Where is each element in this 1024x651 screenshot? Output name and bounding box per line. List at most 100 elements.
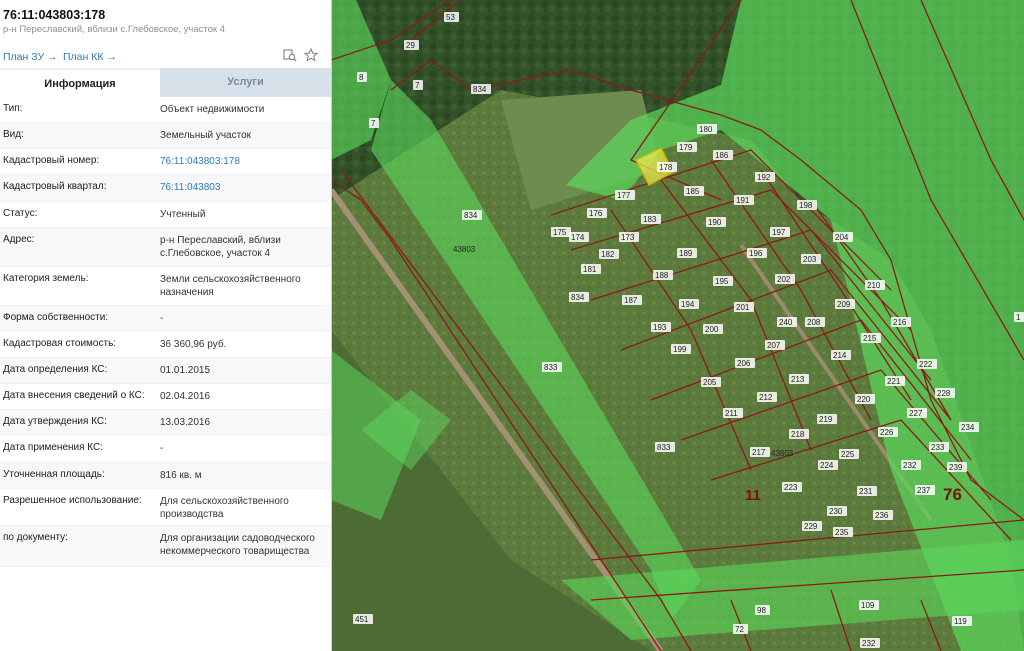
parcel-number-label[interactable]: 205 — [703, 378, 717, 387]
parcel-number-label[interactable]: 215 — [863, 334, 877, 343]
parcel-number-label[interactable]: 834 — [464, 211, 478, 220]
parcel-number-label[interactable]: 193 — [653, 323, 667, 332]
parcel-number-label[interactable]: 223 — [784, 483, 798, 492]
info-panel: 76:11:043803:178 р-н Переславский, вблиз… — [0, 0, 332, 651]
parcel-number-label[interactable]: 239 — [949, 463, 963, 472]
parcel-number-label[interactable]: 216 — [893, 318, 907, 327]
info-row-label: Кадастровый номер: — [3, 155, 100, 166]
parcel-number-label[interactable]: 210 — [867, 281, 881, 290]
info-row-value: Учтенный — [160, 209, 206, 220]
parcel-number-label[interactable]: 197 — [772, 228, 786, 237]
parcel-number-label[interactable]: 204 — [835, 233, 849, 242]
parcel-number-label[interactable]: 451 — [355, 615, 369, 624]
parcel-number-label[interactable]: 1 — [1016, 313, 1021, 322]
parcel-number-label[interactable]: 179 — [679, 143, 693, 152]
plan-kk-link[interactable]: План КК → — [63, 51, 117, 63]
parcel-number-label[interactable]: 119 — [954, 617, 967, 626]
parcel-number-label[interactable]: 174 — [571, 233, 585, 242]
parcel-number-label[interactable]: 176 — [589, 209, 603, 218]
parcel-number-label[interactable]: 178 — [659, 163, 673, 172]
parcel-number-label[interactable]: 195 — [715, 277, 729, 286]
star-icon[interactable] — [303, 47, 319, 64]
map-canvas[interactable]: 53 29 8 7 7 834 834 834 833 833 451 180 179 186 178 192… — [331, 0, 1024, 651]
parcel-number-label[interactable]: 211 — [725, 409, 738, 418]
parcel-number-label[interactable]: 227 — [909, 409, 923, 418]
info-row-label: Форма собственности: — [3, 312, 109, 323]
parcel-number-label[interactable]: 228 — [937, 389, 951, 398]
parcel-number-label[interactable]: 185 — [686, 187, 700, 196]
parcel-number-label[interactable]: 186 — [715, 151, 729, 160]
parcel-number-label[interactable]: 235 — [835, 528, 849, 537]
parcel-number-label[interactable]: 177 — [617, 191, 631, 200]
parcel-number-label[interactable]: 833 — [657, 443, 671, 452]
parcel-number-label[interactable]: 202 — [777, 275, 791, 284]
parcel-number-label[interactable]: 29 — [406, 41, 415, 50]
plan-zu-link[interactable]: План ЗУ → — [3, 51, 58, 63]
parcel-number-label[interactable]: 72 — [735, 625, 744, 634]
parcel-number-label[interactable]: 230 — [829, 507, 843, 516]
parcel-number-label[interactable]: 8 — [359, 73, 364, 82]
parcel-number-label[interactable]: 237 — [917, 486, 931, 495]
parcel-number-label[interactable]: 98 — [757, 606, 766, 615]
parcel-number-label[interactable]: 231 — [859, 487, 873, 496]
parcel-number-label[interactable]: 200 — [705, 325, 719, 334]
parcel-number-label[interactable]: 226 — [880, 428, 894, 437]
parcel-number-label[interactable]: 232 — [903, 461, 917, 470]
parcel-number-label[interactable]: 209 — [837, 300, 851, 309]
parcel-number-label[interactable]: 208 — [807, 318, 821, 327]
parcel-number-label[interactable]: 225 — [841, 450, 855, 459]
parcel-number-label[interactable]: 109 — [861, 601, 875, 610]
parcel-number-label[interactable]: 219 — [819, 415, 833, 424]
parcel-number-label[interactable]: 221 — [887, 377, 901, 386]
parcel-number-label[interactable]: 192 — [757, 173, 771, 182]
parcel-number-label[interactable]: 203 — [803, 255, 817, 264]
tab-information[interactable]: Информация — [0, 68, 160, 99]
parcel-number-label[interactable]: 53 — [446, 13, 455, 22]
parcel-number-label[interactable]: 217 — [752, 448, 766, 457]
parcel-number-label[interactable]: 212 — [759, 393, 773, 402]
info-table: Тип: Объект недвижимости Вид: Земельный уча… — [0, 97, 331, 567]
info-row-value: Земли сельскохозяйственного назначения — [160, 274, 301, 298]
parcel-number-label[interactable]: 214 — [833, 351, 847, 360]
info-row-link[interactable]: 76:11:043803 — [160, 181, 325, 194]
parcel-number-label[interactable]: 206 — [737, 359, 751, 368]
parcel-number-label[interactable]: 173 — [621, 233, 635, 242]
parcel-number-label[interactable]: 7 — [415, 81, 420, 90]
parcel-number-label[interactable]: 190 — [708, 218, 722, 227]
parcel-number-label[interactable]: 236 — [875, 511, 889, 520]
parcel-number-label[interactable]: 199 — [673, 345, 687, 354]
info-row-link[interactable]: 76:11:043803:178 — [160, 155, 325, 168]
parcel-number-label[interactable]: 222 — [919, 360, 933, 369]
parcel-number-label[interactable]: 7 — [371, 119, 376, 128]
parcel-number-label[interactable]: 183 — [643, 215, 657, 224]
parcel-number-label[interactable]: 233 — [931, 443, 945, 452]
parcel-number-label[interactable]: 180 — [699, 125, 713, 134]
parcel-number-label[interactable]: 182 — [601, 250, 615, 259]
parcel-number-label[interactable]: 834 — [571, 293, 585, 302]
parcel-number-label[interactable]: 833 — [544, 363, 558, 372]
parcel-number-label[interactable]: 224 — [820, 461, 834, 470]
search-parcel-icon[interactable] — [282, 48, 298, 64]
parcel-number-label[interactable]: 198 — [799, 201, 813, 210]
tab-services[interactable]: Услуги — [160, 68, 331, 97]
parcel-number-label[interactable]: 834 — [473, 85, 487, 94]
parcel-number-label[interactable]: 187 — [624, 296, 638, 305]
cadastral-map[interactable]: 53 29 8 7 7 834 834 834 833 833 451 180 179 186 178 192… — [331, 0, 1024, 651]
parcel-number-label[interactable]: 229 — [804, 522, 818, 531]
info-row-value: 01.01.2015 — [160, 365, 211, 376]
parcel-number-label[interactable]: 220 — [857, 395, 871, 404]
parcel-number-label[interactable]: 201 — [736, 303, 750, 312]
parcel-number-label[interactable]: 181 — [583, 265, 597, 274]
parcel-number-label[interactable]: 218 — [791, 430, 805, 439]
parcel-number-label[interactable]: 191 — [736, 196, 750, 205]
parcel-number-label[interactable]: 240 — [779, 318, 793, 327]
parcel-number-label[interactable]: 194 — [681, 300, 695, 309]
parcel-number-label[interactable]: 213 — [791, 375, 805, 384]
parcel-number-label[interactable]: 234 — [961, 423, 975, 432]
parcel-number-label[interactable]: 189 — [679, 249, 693, 258]
parcel-number-label[interactable]: 196 — [749, 249, 763, 258]
parcel-number-label[interactable]: 188 — [655, 271, 669, 280]
parcel-number-label[interactable]: 175 — [553, 228, 567, 237]
parcel-number-label[interactable]: 207 — [767, 341, 781, 350]
parcel-number-label[interactable]: 232 — [862, 639, 876, 648]
